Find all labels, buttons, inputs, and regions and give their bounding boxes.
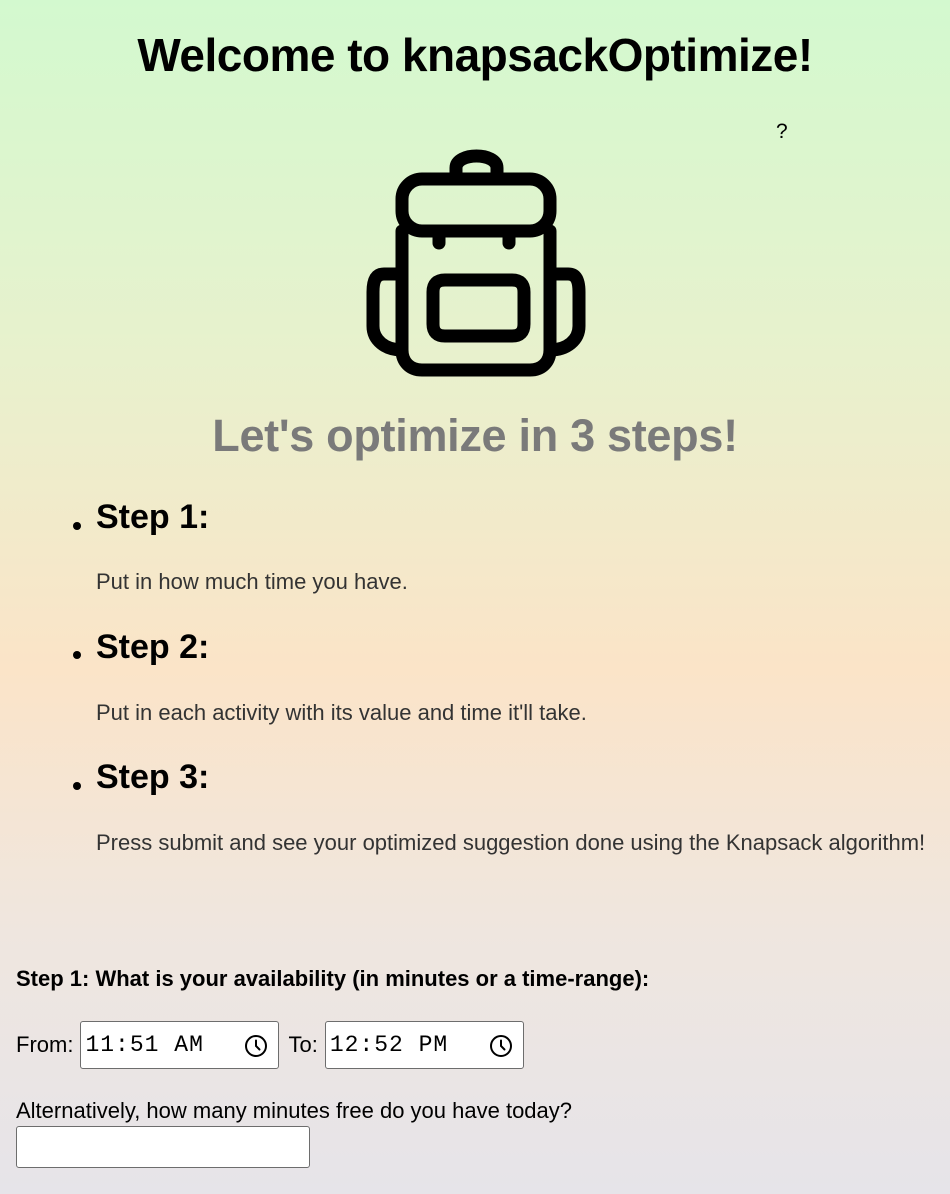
step-title: Step 1: (96, 498, 210, 536)
to-time-value: 12:52 PM (329, 1032, 449, 1058)
bullet-icon (73, 782, 81, 790)
to-time-input[interactable]: 12:52 PM (324, 1021, 524, 1069)
steps-subtitle: Let's optimize in 3 steps! (212, 410, 738, 461)
step-title: Step 3: (96, 758, 210, 796)
minutes-input[interactable] (16, 1126, 310, 1168)
minutes-label: Alternatively, how many minutes free do … (16, 1098, 573, 1123)
backpack-icon (365, 142, 587, 378)
clock-icon[interactable] (489, 1034, 513, 1058)
step-description: Put in how much time you have. (96, 569, 408, 594)
bullet-icon (73, 651, 81, 659)
step-description: Put in each activity with its value and … (96, 700, 587, 725)
step-description: Press submit and see your optimized sugg… (96, 830, 926, 855)
clock-icon[interactable] (244, 1034, 268, 1058)
step-title: Step 2: (96, 628, 210, 666)
help-button[interactable]: ? (776, 120, 788, 144)
to-label: To: (288, 1032, 318, 1057)
time-range-row: From: 11:51 AM To: 12:52 PM (16, 1021, 524, 1069)
from-time-input[interactable]: 11:51 AM (80, 1021, 280, 1069)
from-label: From: (16, 1032, 74, 1057)
from-time-value: 11:51 AM (85, 1032, 204, 1058)
page-title: Welcome to knapsackOptimize! (137, 29, 813, 81)
bullet-icon (73, 522, 81, 530)
availability-heading: Step 1: What is your availability (in mi… (16, 966, 650, 991)
